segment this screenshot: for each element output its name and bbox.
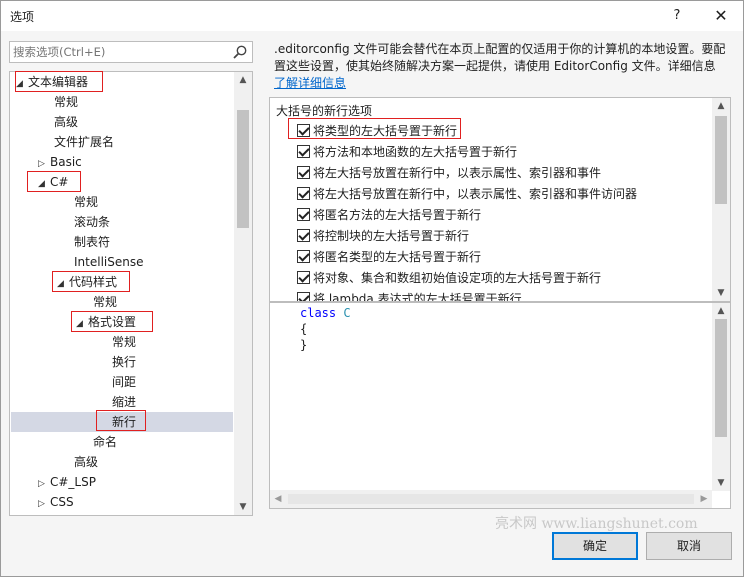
option-label: 将方法和本地函数的左大括号置于新行 <box>313 145 518 159</box>
option-label: 将匿名方法的左大括号置于新行 <box>313 208 482 222</box>
option-label: 将左大括号放置在新行中，以表示属性、索引器和事件 <box>313 166 602 180</box>
tree-item-label: 常规 <box>54 95 79 109</box>
close-brace: } <box>300 338 308 352</box>
open-brace: { <box>300 322 308 336</box>
tree-item-csharp-lsp[interactable]: ▷ C#_LSP <box>38 472 96 492</box>
keyword-class: class <box>300 306 337 320</box>
options-scrollbar[interactable]: ▲ ▼ <box>712 98 730 301</box>
option-label: 将左大括号放置在新行中，以表示属性、索引器和事件访问器 <box>313 187 638 201</box>
options-tree[interactable]: ◢ 文本编辑器 常规 高级 文件扩展名 ▷ Basic ◢ C# 常规 滚动条 制表符… <box>9 71 253 516</box>
checkbox-checked-icon[interactable] <box>297 271 310 284</box>
tree-item-label: 高级 <box>54 115 79 129</box>
tree-item-label: 间距 <box>112 375 137 389</box>
search-box[interactable] <box>9 41 253 63</box>
option-label: 将匿名类型的左大括号置于新行 <box>313 250 482 264</box>
tree-item-scrollbars[interactable]: 滚动条 <box>74 212 110 232</box>
tree-item-label: 高级 <box>74 455 99 469</box>
checkbox-checked-icon[interactable] <box>297 229 310 242</box>
help-button[interactable]: ? <box>663 5 691 27</box>
annotation-box <box>96 410 146 431</box>
search-icon[interactable] <box>232 44 248 60</box>
tree-item-general[interactable]: 常规 <box>54 92 78 112</box>
collapsed-arrow-icon[interactable]: ▷ <box>38 494 50 514</box>
preview-scroll-thumb[interactable] <box>715 319 727 437</box>
tree-item-label: 常规 <box>112 335 137 349</box>
tree-item-tabs[interactable]: 制表符 <box>74 232 110 252</box>
preview-hscroll-thumb[interactable] <box>288 494 694 504</box>
preview-vertical-scrollbar[interactable]: ▲ ▼ <box>712 303 730 491</box>
tree-item-label: 滚动条 <box>74 215 111 229</box>
tree-item-indentation[interactable]: 缩进 <box>112 392 136 412</box>
annotation-box <box>15 71 103 92</box>
scroll-down-icon[interactable]: ▼ <box>712 285 730 301</box>
tree-item-spacing[interactable]: 间距 <box>112 372 136 392</box>
tree-scrollbar[interactable]: ▲ ▼ <box>234 72 252 515</box>
close-button[interactable]: ✕ <box>707 5 735 27</box>
title-bar: 选项 ? ✕ <box>1 1 743 31</box>
code-preview: class C { } ▲ ▼ ◀ ▶ <box>269 302 731 509</box>
annotation-box <box>27 171 81 192</box>
watermark: 亮术网 www.liangshunet.com <box>495 516 698 532</box>
tree-scroll-thumb[interactable] <box>237 110 249 228</box>
option-label: 将控制块的左大括号置于新行 <box>313 229 470 243</box>
options-scroll-thumb[interactable] <box>715 116 727 204</box>
tree-item-label: 换行 <box>112 355 137 369</box>
checkbox-checked-icon[interactable] <box>297 166 310 179</box>
search-input[interactable] <box>13 44 223 60</box>
learn-more-link[interactable]: 了解详细信息 <box>274 76 346 90</box>
preview-code: class C { } <box>300 305 351 353</box>
tree-item-formatting-general[interactable]: 常规 <box>112 332 136 352</box>
tree-item-naming[interactable]: 命名 <box>93 432 117 452</box>
class-name: C <box>343 306 351 320</box>
option-label: 将对象、集合和数组初始值设定项的左大括号置于新行 <box>313 271 602 285</box>
description-text: .editorconfig 文件可能会替代在本页上配置的仅适用于你的计算机的本地… <box>274 42 726 73</box>
tree-item-label: 常规 <box>74 195 99 209</box>
tree-item-label: 缩进 <box>112 395 137 409</box>
ok-button[interactable]: 确定 <box>552 532 638 560</box>
tree-item-advanced[interactable]: 高级 <box>54 112 78 132</box>
tree-item-label: CSS <box>50 495 74 509</box>
tree-item-label: 常规 <box>93 295 118 309</box>
tree-item-file-extension[interactable]: 文件扩展名 <box>54 132 114 152</box>
scroll-left-icon[interactable]: ◀ <box>270 490 286 508</box>
tree-item-label: 文件扩展名 <box>54 135 115 149</box>
tree-item-label: Basic <box>50 155 82 169</box>
collapsed-arrow-icon[interactable]: ▷ <box>38 474 50 494</box>
checkbox-checked-icon[interactable] <box>297 292 310 301</box>
tree-item-wrapping[interactable]: 换行 <box>112 352 136 372</box>
checkbox-checked-icon[interactable] <box>297 187 310 200</box>
scroll-down-icon[interactable]: ▼ <box>712 475 730 491</box>
checkbox-checked-icon[interactable] <box>297 250 310 263</box>
checkbox-checked-icon[interactable] <box>297 208 310 221</box>
scroll-up-icon[interactable]: ▲ <box>234 72 252 88</box>
scroll-up-icon[interactable]: ▲ <box>712 303 730 319</box>
tree-item-csharp-advanced[interactable]: 高级 <box>74 452 98 472</box>
tree-item-label: C#_LSP <box>50 475 96 489</box>
window-title: 选项 <box>10 10 35 24</box>
tree-item-label: IntelliSense <box>74 255 144 269</box>
scroll-up-icon[interactable]: ▲ <box>712 98 730 114</box>
checkbox-checked-icon[interactable] <box>297 145 310 158</box>
tree-item-css[interactable]: ▷ CSS <box>38 492 74 512</box>
annotation-box <box>288 118 461 139</box>
editorconfig-description: .editorconfig 文件可能会替代在本页上配置的仅适用于你的计算机的本地… <box>274 41 734 92</box>
options-dialog: 选项 ? ✕ ◢文本编辑器 常规 高级 文件扩展名 ▷Basic ◢C# 常规 … <box>0 0 744 577</box>
option-label: 将 lambda 表达式的左大括号置于新行 <box>313 292 522 302</box>
tree-item-code-style-general[interactable]: 常规 <box>93 292 117 312</box>
annotation-box <box>52 271 130 292</box>
tree-item-intellisense[interactable]: IntelliSense <box>74 252 143 272</box>
group-label: 大括号的新行选项 <box>276 104 373 118</box>
scroll-right-icon[interactable]: ▶ <box>696 490 712 508</box>
tree-item-csharp-general[interactable]: 常规 <box>74 192 98 212</box>
tree-item-basic[interactable]: ▷ Basic <box>38 152 82 172</box>
scroll-down-icon[interactable]: ▼ <box>234 499 252 515</box>
preview-horizontal-scrollbar[interactable]: ◀ ▶ <box>270 490 712 508</box>
tree-item-label: 制表符 <box>74 235 111 249</box>
cancel-button[interactable]: 取消 <box>646 532 732 560</box>
annotation-box <box>71 311 153 332</box>
tree-item-label: 命名 <box>93 435 118 449</box>
